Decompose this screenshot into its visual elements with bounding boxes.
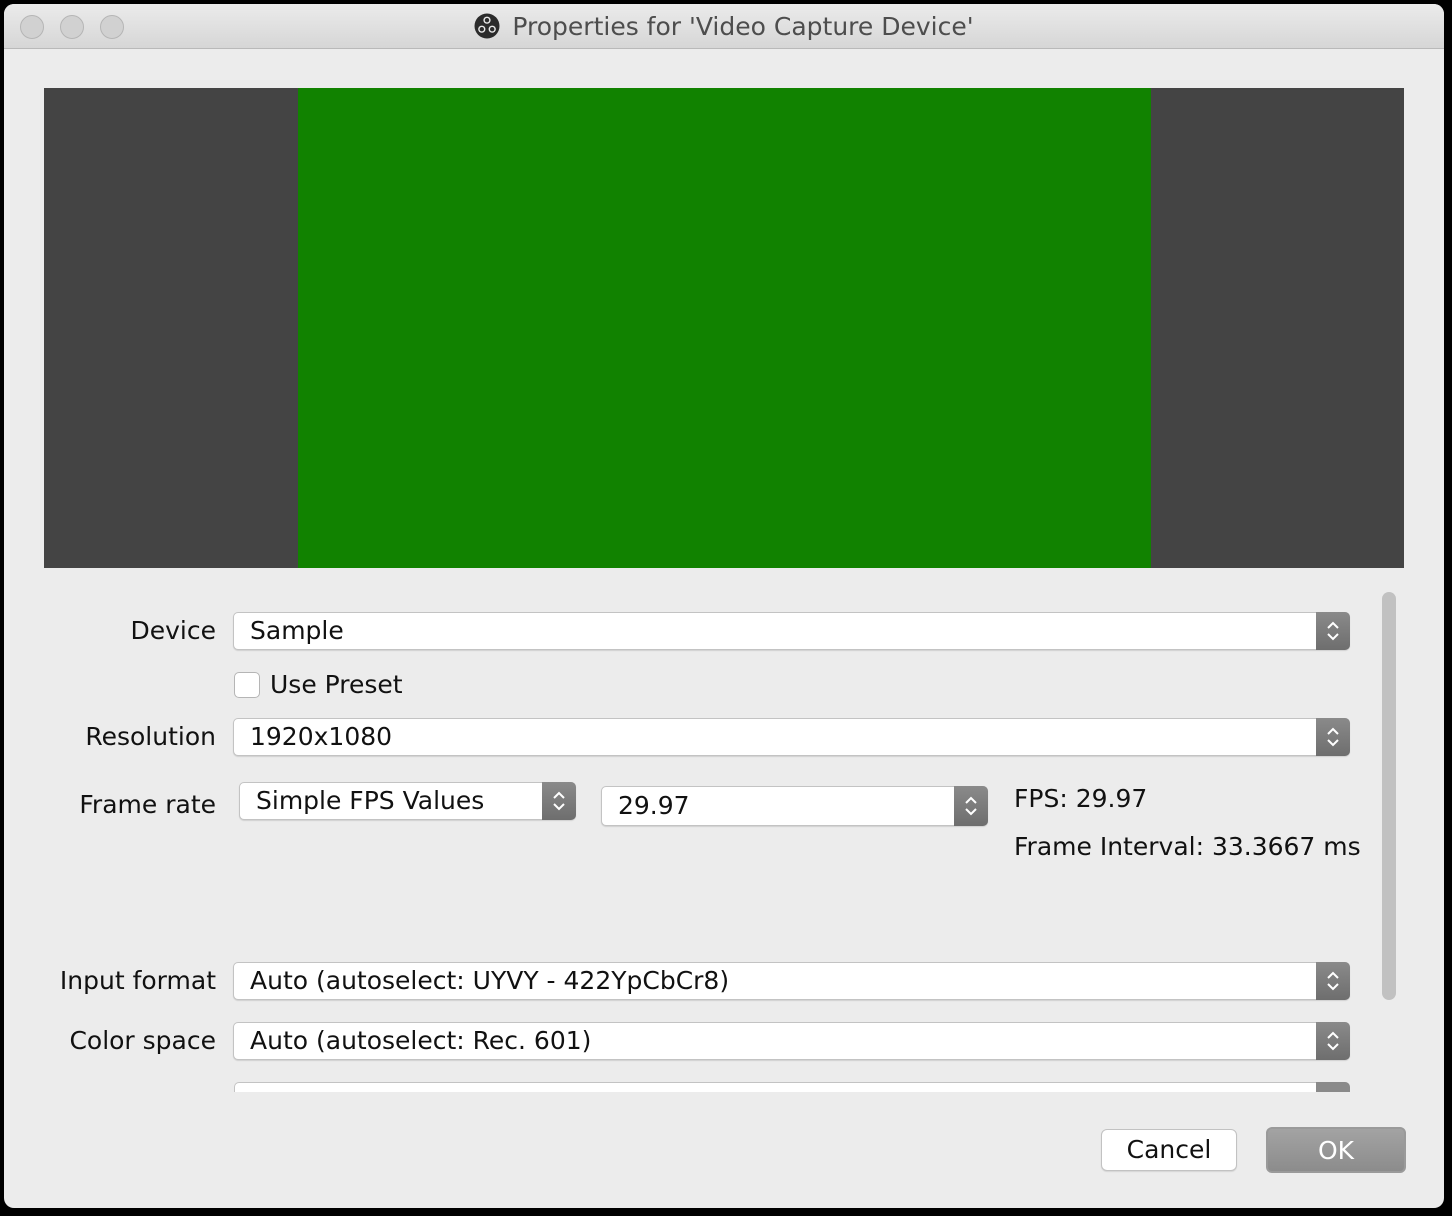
frame-rate-mode-value: Simple FPS Values <box>256 786 485 815</box>
updown-chevron-icon <box>1316 718 1350 756</box>
updown-chevron-icon <box>542 782 576 820</box>
obs-logo-icon <box>474 13 500 39</box>
color-space-value: Auto (autoselect: Rec. 601) <box>250 1026 592 1055</box>
input-format-value: Auto (autoselect: UYVY - 422YpCbCr8) <box>250 966 730 995</box>
minimize-window-button[interactable] <box>60 15 84 39</box>
color-space-select[interactable]: Auto (autoselect: Rec. 601) <box>233 1022 1350 1060</box>
window-title: Properties for 'Video Capture Device' <box>512 11 974 41</box>
close-window-button[interactable] <box>20 15 44 39</box>
updown-chevron-icon <box>1316 612 1350 650</box>
resolution-select[interactable]: 1920x1080 <box>233 718 1350 756</box>
input-format-label: Input format <box>59 966 216 995</box>
device-select[interactable]: Sample <box>233 612 1350 650</box>
properties-dialog: Properties for 'Video Capture Device' De… <box>4 4 1444 1208</box>
preview-video-frame <box>298 88 1151 568</box>
video-preview <box>44 88 1404 568</box>
title-bar[interactable]: Properties for 'Video Capture Device' <box>4 4 1444 49</box>
device-label: Device <box>130 616 217 645</box>
zoom-window-button[interactable] <box>100 15 124 39</box>
scrollbar-thumb[interactable] <box>1382 592 1396 1000</box>
input-format-select[interactable]: Auto (autoselect: UYVY - 422YpCbCr8) <box>233 962 1350 1000</box>
updown-chevron-icon <box>954 786 988 826</box>
color-space-label: Color space <box>69 1026 216 1055</box>
resolution-label: Resolution <box>85 722 216 751</box>
updown-chevron-icon <box>1316 1022 1350 1060</box>
frame-interval-info: Frame Interval: 33.3667 ms <box>1014 832 1361 861</box>
frame-rate-label: Frame rate <box>79 790 216 819</box>
fps-value-select[interactable]: 29.97 <box>601 786 988 826</box>
fps-info: FPS: 29.97 <box>1014 784 1148 813</box>
use-preset-checkbox[interactable] <box>234 672 260 698</box>
clipped-select-stepper <box>1316 1082 1350 1092</box>
fps-value: 29.97 <box>618 791 690 820</box>
ok-button[interactable]: OK <box>1266 1127 1406 1173</box>
resolution-select-value: 1920x1080 <box>250 722 393 751</box>
device-select-value: Sample <box>250 616 344 645</box>
frame-rate-mode-select[interactable]: Simple FPS Values <box>239 782 576 820</box>
updown-chevron-icon <box>1316 962 1350 1000</box>
use-preset-label: Use Preset <box>270 670 403 699</box>
cancel-button[interactable]: Cancel <box>1101 1129 1237 1171</box>
clipped-select[interactable] <box>234 1082 1350 1092</box>
